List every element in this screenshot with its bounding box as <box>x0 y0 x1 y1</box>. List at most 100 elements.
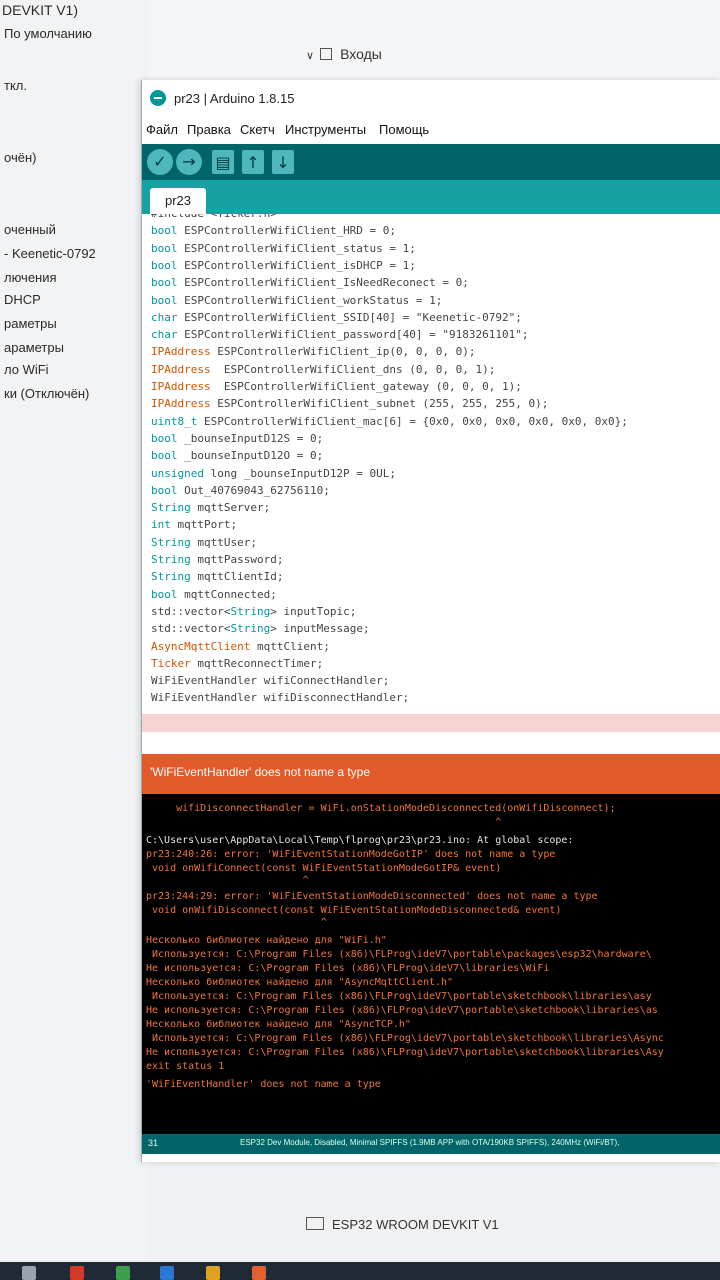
menu-file[interactable]: Файл <box>146 122 178 137</box>
console-line: exit status 1 <box>146 1061 225 1072</box>
menu-bar: Файл Правка Скетч Инструменты Помощь <box>142 116 720 144</box>
chevron-down-icon: ∨ <box>306 50 315 62</box>
board-icon <box>306 1217 324 1230</box>
arrow-right-icon: → <box>182 152 196 171</box>
bg-label-disabled[interactable]: очён) <box>4 150 36 165</box>
menu-sketch[interactable]: Скетч <box>240 122 275 137</box>
taskbar-icon-2[interactable] <box>70 1266 84 1280</box>
open-button[interactable]: ↑ <box>242 150 264 174</box>
code-line: bool ESPControllerWifiClient_HRD = 0; <box>151 224 397 238</box>
code-line: IPAddress ESPControllerWifiClient_gatewa… <box>151 380 522 393</box>
bg-label-ssid[interactable]: - Keenetic-0792 <box>4 246 96 261</box>
console-line: ^ <box>146 917 327 928</box>
arrow-up-icon: ↑ <box>246 153 260 172</box>
bg-label-dhcp[interactable]: DHCP <box>4 292 41 307</box>
menu-tools[interactable]: Инструменты <box>285 122 366 137</box>
bg-label-default[interactable]: По умолчанию <box>4 26 92 41</box>
bg-label-connected[interactable]: оченный <box>4 222 56 237</box>
code-line: String mqttUser; <box>151 535 257 549</box>
menu-edit[interactable]: Правка <box>187 122 231 137</box>
code-line: bool mqttConnected; <box>151 587 277 601</box>
arduino-logo-icon <box>150 90 166 106</box>
console-line: pr23:244:29: error: 'WiFiEventStationMod… <box>146 891 598 902</box>
toolbar: ✓ → ▤ ↑ ↓ <box>142 144 720 180</box>
console-output[interactable]: wifiDisconnectHandler = WiFi.onStationMo… <box>142 794 720 1134</box>
code-line: #include <Ticker.h> <box>151 214 277 222</box>
title-bar: pr23 | Arduino 1.8.15 <box>142 80 720 116</box>
save-button[interactable]: ↓ <box>272 150 294 174</box>
code-line: bool ESPControllerWifiClient_status = 1; <box>151 241 416 255</box>
console-line: Используется: C:\Program Files (x86)\FLP… <box>146 991 652 1002</box>
taskbar-icon-6[interactable] <box>252 1266 266 1280</box>
taskbar-icon-5[interactable] <box>206 1266 220 1280</box>
taskbar <box>0 1262 720 1280</box>
board-info: ESP32 Dev Module, Disabled, Minimal SPIF… <box>240 1138 620 1147</box>
background-title: DEVKIT V1) <box>2 2 78 18</box>
taskbar-icon-1[interactable] <box>22 1266 36 1280</box>
code-line: unsigned long _bounseInputD12P = 0UL; <box>151 466 397 480</box>
console-line: Не используется: C:\Program Files (x86)\… <box>146 963 550 974</box>
check-icon: ✓ <box>153 152 167 171</box>
code-line: uint8_t ESPControllerWifiClient_mac[6] =… <box>151 414 628 428</box>
status-bar: 31 ESP32 Dev Module, Disabled, Minimal S… <box>142 1134 720 1154</box>
bg-label-off-2[interactable]: ки (Отключён) <box>4 386 89 401</box>
new-button[interactable]: ▤ <box>212 150 234 174</box>
document-icon: ▤ <box>215 153 231 172</box>
console-line: Не используется: C:\Program Files (x86)\… <box>146 1047 664 1058</box>
console-line: ^ <box>146 817 502 828</box>
inputs-section-header[interactable]: ∨ Входы <box>306 46 382 62</box>
code-line: String mqttPassword; <box>151 553 284 566</box>
folder-icon <box>320 48 333 60</box>
arduino-ide-window: pr23 | Arduino 1.8.15 Файл Правка Скетч … <box>141 80 720 1162</box>
code-line: bool _bounseInputD12S = 0; <box>151 431 324 445</box>
error-bar: 'WiFiEventHandler' does not name a type <box>142 754 720 794</box>
code-line: bool _bounseInputD12O = 0; <box>151 449 324 463</box>
code-line: bool ESPControllerWifiClient_IsNeedRecon… <box>151 276 469 290</box>
code-line: IPAddress ESPControllerWifiClient_subnet… <box>151 397 549 411</box>
bg-label-connection[interactable]: лючения <box>4 270 57 285</box>
bg-label-params-1[interactable]: раметры <box>4 316 57 331</box>
console-line: Несколько библиотек найдено для "AsyncMq… <box>146 977 454 988</box>
verify-button[interactable]: ✓ <box>147 149 173 175</box>
code-line: bool Out_40769043_62756110; <box>151 483 330 497</box>
taskbar-icon-4[interactable] <box>160 1266 174 1280</box>
bg-label-wifi[interactable]: ло WiFi <box>4 362 49 377</box>
tab-pr23[interactable]: pr23 <box>150 188 206 214</box>
code-line: char ESPControllerWifiClient_SSID[40] = … <box>151 310 522 324</box>
code-line: bool ESPControllerWifiClient_isDHCP = 1; <box>151 258 416 272</box>
code-line: String mqttServer; <box>151 501 271 515</box>
console-line: Несколько библиотек найдено для "AsyncTC… <box>146 1019 411 1030</box>
console-line: Используется: C:\Program Files (x86)\FLP… <box>146 949 652 960</box>
background-bottom-panel: ESP32 WROOM DEVKIT V1 <box>148 1160 720 1261</box>
bg-label-params-2[interactable]: араметры <box>4 340 64 355</box>
console-line: Не используется: C:\Program Files (x86)\… <box>146 1005 658 1016</box>
code-line: std::vector<String> inputMessage; <box>151 622 370 636</box>
error-message: 'WiFiEventHandler' does not name a type <box>150 765 371 779</box>
console-line: Используется: C:\Program Files (x86)\FLP… <box>146 1033 664 1044</box>
background-sidebar: DEVKIT V1) По умолчанию ткл. очён) оченн… <box>0 0 149 1260</box>
taskbar-icon-3[interactable] <box>116 1266 130 1280</box>
console-line: Несколько библиотек найдено для "WiFi.h" <box>146 935 387 946</box>
console-line: wifiDisconnectHandler = WiFi.onStationMo… <box>146 803 616 814</box>
code-line: char ESPControllerWifiClient_password[40… <box>151 328 529 342</box>
board-item[interactable]: ESP32 WROOM DEVKIT V1 <box>306 1217 499 1232</box>
code-line: WiFiEventHandler wifiDisconnectHandler; <box>151 691 410 705</box>
code-line: int mqttPort; <box>151 518 238 532</box>
line-number: 31 <box>148 1138 159 1148</box>
code-line: IPAddress ESPControllerWifiClient_ip(0, … <box>151 345 476 359</box>
arrow-down-icon: ↓ <box>276 153 290 172</box>
code-line: bool ESPControllerWifiClient_workStatus … <box>151 293 443 307</box>
tab-bar: pr23 <box>142 180 720 214</box>
code-line: std::vector<String> inputTopic; <box>151 604 357 618</box>
menu-help[interactable]: Помощь <box>379 122 429 137</box>
code-editor[interactable]: #include <Ticker.h> bool ESPControllerWif… <box>142 214 720 732</box>
bg-label-off[interactable]: ткл. <box>4 78 27 93</box>
code-line: IPAddress ESPControllerWifiClient_dns (0… <box>151 362 496 376</box>
console-line: ^ <box>146 875 309 886</box>
console-line: pr23:240:26: error: 'WiFiEventStationMod… <box>146 849 556 860</box>
console-line: C:\Users\user\AppData\Local\Temp\flprog\… <box>146 835 574 846</box>
console-line: 'WiFiEventHandler' does not name a type <box>146 1079 381 1090</box>
window-title: pr23 | Arduino 1.8.15 <box>174 91 295 106</box>
upload-button[interactable]: → <box>176 149 202 175</box>
code-line: WiFiEventHandler wifiConnectHandler; <box>151 674 390 688</box>
